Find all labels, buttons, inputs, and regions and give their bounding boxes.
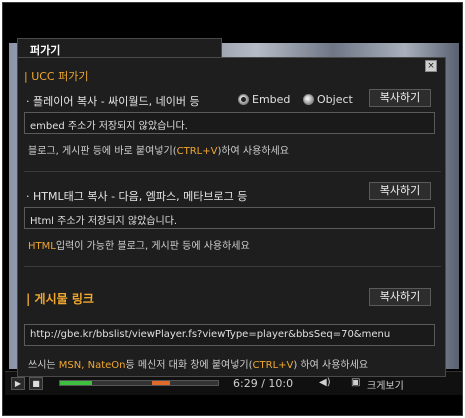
copy-link-button[interactable]: 복사하기 (369, 288, 431, 306)
embed-row-label: · 플레이어 복사 - 싸이월드, 네이버 등 (26, 95, 200, 108)
stop-icon[interactable]: ■ (29, 377, 43, 390)
copy-embed-button[interactable]: 복사하기 (369, 89, 431, 107)
tab-share[interactable]: 퍼가기 (17, 38, 222, 58)
volume-icon[interactable]: ◀) (319, 377, 331, 388)
progress-fill (60, 381, 92, 385)
embed-radio-label[interactable]: Embed (252, 93, 290, 106)
time-current: 6:29 (233, 377, 258, 390)
progress-handle[interactable] (152, 381, 170, 385)
divider (24, 266, 441, 267)
link-hint-key: CTRL+V (252, 360, 294, 371)
object-radio-label[interactable]: Object (317, 93, 353, 106)
embed-radio[interactable] (238, 94, 249, 105)
copy-html-button[interactable]: 복사하기 (369, 182, 431, 200)
link-section-title: | 게시물 링크 (26, 292, 94, 306)
fullscreen-label[interactable]: 크게보기 (367, 377, 404, 392)
embed-hint-key: CTRL+V (176, 146, 218, 157)
link-url-field[interactable]: http://gbe.kr/bbslist/viewPlayer.fs?view… (24, 324, 435, 346)
html-code-field[interactable]: Html 주소가 저장되지 않았습니다. (24, 207, 435, 229)
divider (24, 171, 441, 172)
html-hint-highlight: HTML (28, 241, 56, 252)
embed-code-field[interactable]: embed 주소가 저장되지 않았습니다. (24, 112, 435, 134)
embed-hint: 블로그, 게시판 등에 바로 붙여넣기(CTRL+V)하여 사용하세요 (28, 142, 289, 157)
link-hint: 쓰시는 MSN, NateOn등 메신저 대화 창에 붙여넣기(CTRL+V) … (28, 356, 368, 371)
embed-hint-prefix: 블로그, 게시판 등에 바로 붙여넣기( (28, 146, 177, 157)
share-popup: | UCC 퍼가기 × · 플레이어 복사 - 싸이월드, 네이버 등 Embe… (17, 57, 446, 377)
time-display: 6:29 / 10:0 (233, 377, 293, 390)
play-icon[interactable]: ▶ (11, 377, 25, 390)
link-hint-middle: 등 메신저 대화 창에 붙여넣기( (125, 360, 253, 371)
link-hint-messengers: MSN, NateOn (58, 360, 126, 371)
fullscreen-icon[interactable]: ▣ (351, 377, 360, 388)
tab-share-label: 퍼가기 (30, 44, 61, 57)
close-icon[interactable]: × (425, 60, 437, 72)
link-hint-suffix: ) 하여 사용하세요 (293, 360, 369, 371)
time-separator: / (261, 377, 265, 390)
embed-hint-suffix: )하여 사용하세요 (217, 146, 289, 157)
html-hint-suffix: 입력이 가능한 블로그, 게시판 등에 사용하세요 (55, 241, 250, 252)
object-radio[interactable] (303, 94, 314, 105)
html-row-label: · HTML태그 복사 - 다음, 엠파스, 메타브로그 등 (26, 190, 248, 203)
progress-bar[interactable] (59, 380, 219, 386)
time-total: 10:0 (268, 377, 294, 390)
html-hint: HTML입력이 가능한 블로그, 게시판 등에 사용하세요 (28, 237, 250, 252)
ucc-section-title: | UCC 퍼가기 (24, 70, 89, 83)
link-hint-prefix: 쓰시는 (28, 360, 59, 371)
